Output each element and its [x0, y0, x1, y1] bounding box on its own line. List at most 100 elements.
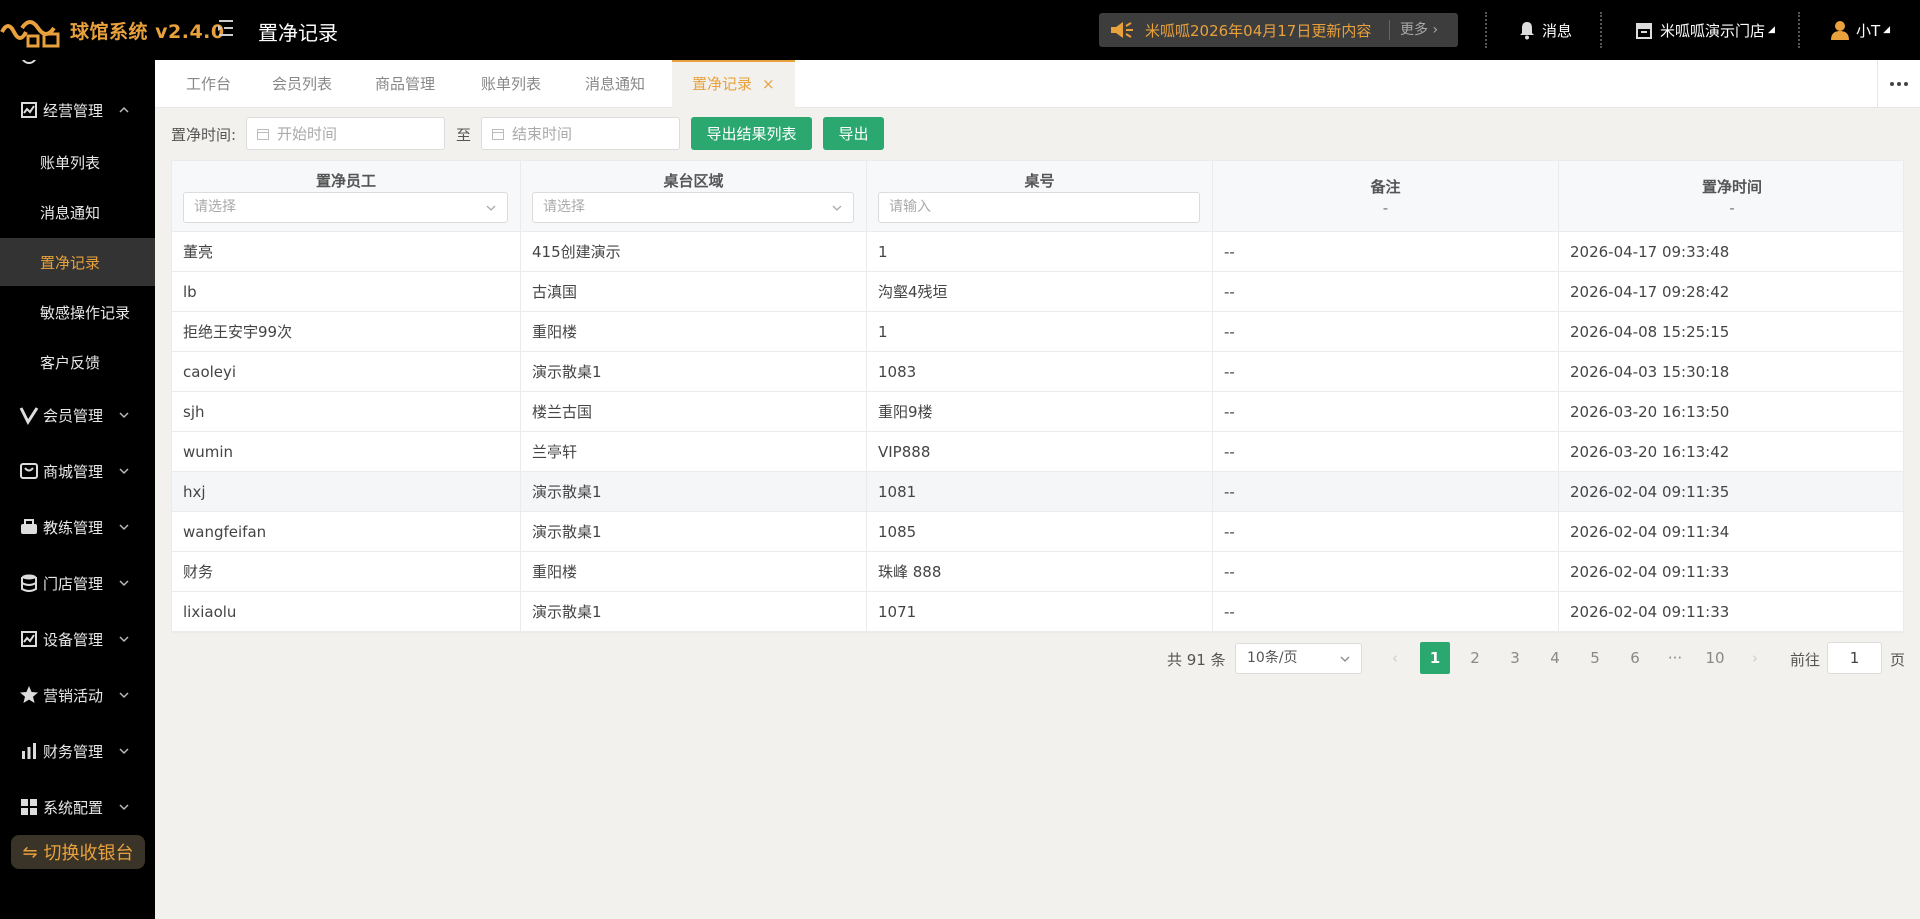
goto-page-input[interactable]: 1	[1827, 642, 1882, 674]
table-row[interactable]: 财务 重阳楼 珠峰 888 -- 2026-02-04 09:11:33	[172, 552, 1903, 592]
tab-member-list[interactable]: 会员列表	[272, 60, 332, 108]
grid-icon	[21, 799, 37, 815]
cell-remark: --	[1213, 472, 1559, 512]
cell-area: 重阳楼	[521, 312, 867, 352]
cell-clean-time: 2026-02-04 09:11:34	[1570, 523, 1730, 541]
divider	[1600, 12, 1602, 48]
table-row[interactable]: caoleyi 演示散桌1 1083 -- 2026-04-03 15:30:18	[172, 352, 1903, 392]
app-title: 球馆系统 v2.4.0	[70, 21, 225, 43]
more-tabs-icon[interactable]	[1877, 60, 1920, 108]
cell-clean-time: 2026-04-08 15:25:15	[1570, 323, 1730, 341]
sidebar-group-devices[interactable]: 设备管理	[0, 619, 155, 659]
sidebar: 经营管理 账单列表 消息通知 置净记录 敏感操作记录 客户反馈 会员管理 商城管…	[0, 60, 155, 919]
ellipsis-pages-button[interactable]: ···	[1660, 642, 1690, 674]
cell-remark: --	[1213, 232, 1559, 272]
menu-collapse-icon[interactable]	[216, 17, 236, 39]
v-icon	[19, 407, 39, 425]
tab-clean-records[interactable]: 置净记录 ×	[672, 60, 795, 108]
sidebar-group-settings[interactable]: 系统配置	[0, 787, 155, 827]
tab-workbench[interactable]: 工作台	[186, 60, 231, 108]
total-count: 共 91 条	[1167, 651, 1226, 669]
switch-cashier-button[interactable]: ⇋ 切换收银台	[11, 835, 145, 869]
coach-icon	[21, 519, 37, 534]
tab-bill-list[interactable]: 账单列表	[481, 60, 541, 108]
page-button[interactable]: 2	[1460, 642, 1490, 674]
tab-messages[interactable]: 消息通知	[585, 60, 645, 108]
cell-staff: 财务	[172, 552, 521, 592]
sidebar-item-workbench-partial[interactable]	[0, 60, 155, 70]
cell-remark: --	[1213, 512, 1559, 552]
sidebar-item-feedback[interactable]: 客户反馈	[0, 338, 155, 386]
page-button[interactable]: 5	[1580, 642, 1610, 674]
table-no-filter-input[interactable]: 请输入	[878, 192, 1200, 223]
cell-table-no: 1085	[867, 512, 1213, 552]
cell-clean-time: 2026-04-17 09:28:42	[1570, 283, 1730, 301]
export-button[interactable]: 导出	[823, 117, 884, 150]
calendar-icon	[492, 128, 504, 140]
sidebar-group-members[interactable]: 会员管理	[0, 395, 155, 435]
cell-clean-time: 2026-02-04 09:11:33	[1570, 603, 1730, 621]
column-header-area: 桌台区域 请选择	[521, 161, 867, 232]
export-result-list-button[interactable]: 导出结果列表	[691, 117, 812, 150]
sidebar-item-bill-list[interactable]: 账单列表	[0, 138, 155, 186]
chevron-down-icon	[832, 205, 842, 211]
page-button[interactable]: 1	[1420, 642, 1450, 674]
tab-products[interactable]: 商品管理	[375, 60, 435, 108]
to-label: 至	[456, 125, 472, 144]
area-filter-select[interactable]: 请选择	[532, 192, 854, 223]
table-row[interactable]: 董亮 415创建演示 1 -- 2026-04-17 09:33:48	[172, 232, 1903, 272]
page-button[interactable]: 3	[1500, 642, 1530, 674]
cell-table-no: 1083	[867, 352, 1213, 392]
table-row[interactable]: hxj 演示散桌1 1081 -- 2026-02-04 09:11:35	[172, 472, 1903, 512]
star-icon	[20, 686, 38, 703]
staff-filter-select[interactable]: 请选择	[183, 192, 508, 223]
cell-staff: sjh	[172, 392, 521, 432]
sidebar-group-store[interactable]: 门店管理	[0, 563, 155, 603]
bell-icon	[1520, 22, 1534, 40]
next-page-button[interactable]: ›	[1740, 642, 1770, 674]
end-time-input[interactable]: 结束时间	[481, 117, 680, 150]
finance-chart-icon	[22, 743, 36, 759]
cell-remark: --	[1213, 272, 1559, 312]
cell-area: 演示散桌1	[521, 352, 867, 392]
clean-records-table: 置净员工 请选择 桌台区域 请选择 桌号 请输入 备注 - 置净时间 - 董亮 …	[171, 160, 1904, 633]
table-row[interactable]: sjh 楼兰古国 重阳9楼 -- 2026-03-20 16:13:50	[172, 392, 1903, 432]
cell-remark: --	[1213, 392, 1559, 432]
cell-staff: lixiaolu	[172, 592, 521, 632]
page-button[interactable]: 4	[1540, 642, 1570, 674]
page-size-select[interactable]: 10条/页	[1235, 643, 1362, 674]
cell-area: 演示散桌1	[521, 512, 867, 552]
prev-page-button[interactable]: ‹	[1380, 642, 1410, 674]
page-button[interactable]: 10	[1700, 642, 1730, 674]
user-menu[interactable]: 小T ◢	[1830, 17, 1890, 43]
chevron-down-icon	[486, 205, 496, 211]
sidebar-group-coach[interactable]: 教练管理	[0, 507, 155, 547]
notice-more-link[interactable]: 更多 ›	[1389, 20, 1438, 40]
cell-clean-time: 2026-03-20 16:13:50	[1570, 403, 1730, 421]
page-heading: 置净记录	[258, 21, 338, 45]
speaker-icon	[1111, 22, 1133, 38]
table-row[interactable]: 拒绝王安宇99次 重阳楼 1 -- 2026-04-08 15:25:15	[172, 312, 1903, 352]
page-button[interactable]: 6	[1620, 642, 1650, 674]
sidebar-group-mall[interactable]: 商城管理	[0, 451, 155, 491]
sidebar-group-finance[interactable]: 财务管理	[0, 731, 155, 771]
table-row[interactable]: lb 古滇国 沟壑4残垣 -- 2026-04-17 09:28:42	[172, 272, 1903, 312]
close-tab-icon[interactable]: ×	[762, 75, 775, 93]
table-row[interactable]: lixiaolu 演示散桌1 1071 -- 2026-02-04 09:11:33	[172, 592, 1903, 632]
divider	[1798, 12, 1800, 48]
table-row[interactable]: wangfeifan 演示散桌1 1085 -- 2026-02-04 09:11:34	[172, 512, 1903, 552]
chart-shield-icon	[21, 102, 37, 118]
sidebar-group-business[interactable]: 经营管理	[0, 90, 155, 130]
update-notice[interactable]: 米呱呱2026年04月17日更新内容 更多 ›	[1099, 13, 1458, 47]
sidebar-item-clean-records[interactable]: 置净记录	[0, 238, 155, 286]
database-icon	[21, 574, 37, 592]
table-header: 置净员工 请选择 桌台区域 请选择 桌号 请输入 备注 - 置净时间 -	[172, 161, 1903, 232]
calendar-icon	[257, 128, 269, 140]
store-selector[interactable]: 米呱呱演示门店 ◢	[1634, 17, 1775, 43]
sidebar-item-messages[interactable]: 消息通知	[0, 188, 155, 236]
sidebar-item-sensitive-ops[interactable]: 敏感操作记录	[0, 288, 155, 336]
messages-button[interactable]: 消息	[1518, 17, 1572, 43]
table-row[interactable]: wumin 兰亭轩 VIP888 -- 2026-03-20 16:13:42	[172, 432, 1903, 472]
start-time-input[interactable]: 开始时间	[246, 117, 445, 150]
sidebar-group-marketing[interactable]: 营销活动	[0, 675, 155, 715]
